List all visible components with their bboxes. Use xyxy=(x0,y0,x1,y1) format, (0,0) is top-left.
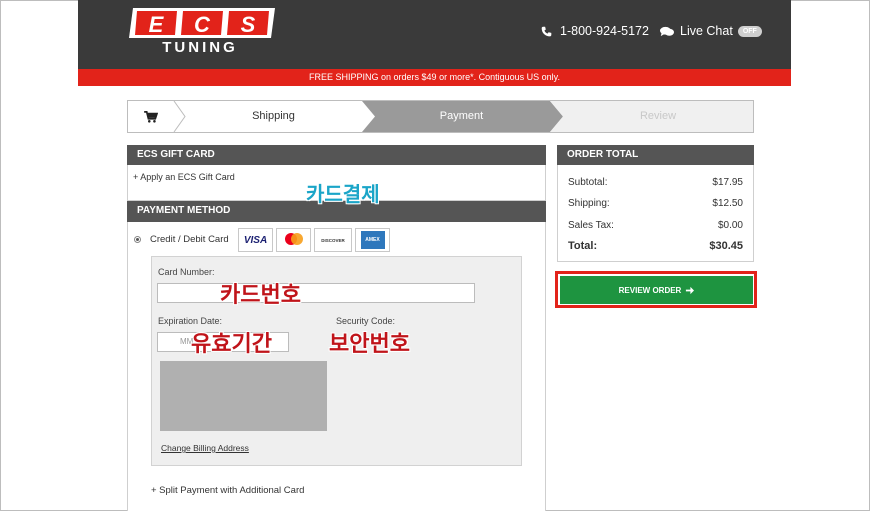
step-review: Review xyxy=(639,110,677,122)
subtotal-row: Subtotal: $17.95 xyxy=(568,177,743,188)
gift-card-header: ECS GIFT CARD xyxy=(127,145,546,165)
radio-dot xyxy=(136,238,139,241)
ecs-tuning-logo[interactable]: E C S TUNING xyxy=(125,8,275,56)
split-payment-link[interactable]: + Split Payment with Additional Card xyxy=(151,485,304,496)
annotation-card-payment: 카드결제 xyxy=(306,182,380,206)
visa-logo: VISA xyxy=(238,228,273,252)
phone-text: 1-800-924-5172 xyxy=(560,24,649,38)
shipping-row: Shipping: $12.50 xyxy=(568,198,743,209)
free-shipping-banner[interactable]: FREE SHIPPING on orders $49 or more*. Co… xyxy=(78,69,791,86)
chat-status-toggle[interactable]: OFF xyxy=(737,25,762,37)
shipping-label: Shipping: xyxy=(568,198,610,209)
discover-logo: DISCOVER xyxy=(314,228,352,252)
annotation-expiry: 유효기간 xyxy=(191,332,272,357)
step-cart[interactable] xyxy=(128,101,174,132)
change-billing-address-link[interactable]: Change Billing Address xyxy=(161,443,249,453)
amex-badge: AMEX xyxy=(360,231,385,249)
phone-icon xyxy=(541,26,552,36)
billing-address-redacted xyxy=(160,361,327,431)
step-payment[interactable]: Payment xyxy=(373,101,550,132)
subtotal-value: $17.95 xyxy=(712,177,743,188)
phone-number[interactable]: 1-800-924-5172 xyxy=(541,22,649,40)
step-shipping[interactable]: Shipping xyxy=(185,101,362,132)
expiration-date-label: Expiration Date: xyxy=(158,316,223,326)
total-label: Total: xyxy=(568,240,598,252)
amex-logo: AMEX xyxy=(355,228,390,252)
apply-gift-card-link[interactable]: + Apply an ECS Gift Card xyxy=(133,172,235,182)
svg-text:TUNING: TUNING xyxy=(162,39,238,54)
arrow-right-icon xyxy=(686,286,695,294)
mastercard-logo xyxy=(276,228,311,252)
review-order-label: REVIEW ORDER xyxy=(618,285,682,295)
shipping-value: $12.50 xyxy=(712,198,743,209)
subtotal-label: Subtotal: xyxy=(568,177,608,188)
svg-text:C: C xyxy=(194,12,211,37)
shopping-cart-icon xyxy=(144,110,158,123)
live-chat-button[interactable]: Live Chat OFF xyxy=(660,22,762,40)
sales-tax-value: $0.00 xyxy=(717,220,743,231)
site-header: E C S TUNING 1-800-924-5172 Live Chat OF… xyxy=(78,0,791,69)
checkout-steps: Shipping Payment Review xyxy=(127,100,754,133)
sales-tax-row: Sales Tax: $0.00 xyxy=(568,220,743,231)
chat-bubble-icon xyxy=(660,26,674,36)
credit-card-radio[interactable] xyxy=(134,236,141,243)
credit-debit-label[interactable]: Credit / Debit Card xyxy=(150,234,229,245)
card-number-input[interactable] xyxy=(157,283,475,303)
security-code-label: Security Code: xyxy=(336,316,396,326)
review-order-button[interactable]: REVIEW ORDER xyxy=(560,276,753,304)
sales-tax-label: Sales Tax: xyxy=(568,220,614,231)
live-chat-label: Live Chat xyxy=(680,24,733,38)
order-total-header: ORDER TOTAL xyxy=(557,145,754,165)
card-number-label: Card Number: xyxy=(158,267,215,277)
annotation-card-number: 카드번호 xyxy=(220,283,301,308)
annotation-security: 보안번호 xyxy=(329,332,410,357)
svg-text:E: E xyxy=(149,12,165,37)
total-value: $30.45 xyxy=(709,240,743,252)
total-row: Total: $30.45 xyxy=(568,240,743,252)
svg-text:S: S xyxy=(241,12,256,37)
